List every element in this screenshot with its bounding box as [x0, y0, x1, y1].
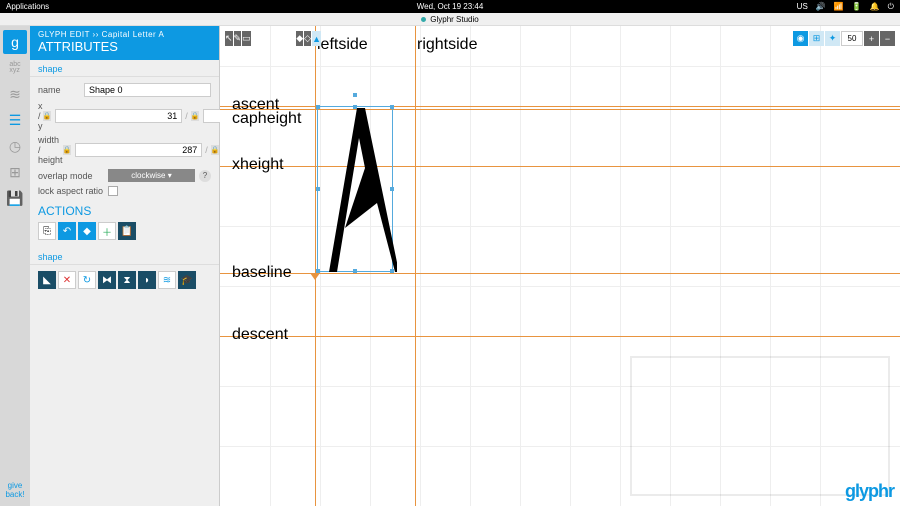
- glyph-shape[interactable]: [317, 108, 397, 276]
- tray-notify-icon[interactable]: 🔔: [870, 2, 880, 12]
- tray-power-icon[interactable]: ⏻: [888, 2, 894, 12]
- nav-glyph-icon[interactable]: g: [3, 30, 27, 54]
- nav-layers-icon[interactable]: ≋: [3, 82, 27, 106]
- favicon-icon: [421, 17, 426, 22]
- name-input[interactable]: [84, 83, 211, 97]
- window-titlebar: Glyphr Studio: [0, 13, 900, 26]
- tool-5-icon[interactable]: ◇: [304, 31, 311, 46]
- apps-menu[interactable]: Applications: [6, 2, 49, 11]
- tool-4-icon[interactable]: ◆: [296, 31, 303, 46]
- nav-checklist-icon[interactable]: ☰: [3, 108, 27, 132]
- name-label: name: [38, 85, 84, 95]
- lock-h-icon[interactable]: 🔒: [211, 145, 220, 155]
- overlap-dropdown[interactable]: clockwise ▾: [108, 169, 195, 182]
- overlap-label: overlap mode: [38, 171, 108, 181]
- nav-iconbar: g abcxyz ≋ ☰ ◷ ⊞ 💾 give back!: [0, 26, 30, 506]
- view-3-icon[interactable]: ✦: [825, 31, 840, 46]
- tools-topleft: ↖ ✎ ▭ ◆ ◇ ▲: [225, 31, 321, 46]
- layers-button[interactable]: ≋: [158, 271, 176, 289]
- zoom-value[interactable]: 50: [841, 31, 863, 46]
- shape-section-label: shape: [30, 60, 219, 77]
- help-icon[interactable]: ?: [199, 170, 211, 182]
- delete-shape-button[interactable]: ✕: [58, 271, 76, 289]
- watermark: [630, 356, 890, 496]
- lock-aspect-label: lock aspect ratio: [38, 186, 108, 196]
- flip-v-button[interactable]: ⧗: [118, 271, 136, 289]
- zoom-out-button[interactable]: −: [880, 31, 895, 46]
- wh-label: width / height: [38, 135, 63, 165]
- lock-y-icon[interactable]: 🔒: [191, 111, 200, 121]
- tray-network-icon[interactable]: 📶: [834, 2, 844, 12]
- undo-button[interactable]: ↶: [58, 222, 76, 240]
- x-input[interactable]: [55, 109, 182, 123]
- os-datetime: Wed, Oct 19 23:44: [417, 2, 484, 11]
- tool-pointer-icon[interactable]: ▲: [312, 31, 321, 46]
- copy-button[interactable]: ⎘: [38, 222, 56, 240]
- nav-history-icon[interactable]: ◷: [3, 134, 27, 158]
- add-button[interactable]: ＋: [98, 222, 116, 240]
- panel-title: ATTRIBUTES: [38, 39, 211, 54]
- tools-topright: ◉ ⊞ ✦ 50 + −: [793, 31, 895, 46]
- give-back-link[interactable]: give back!: [5, 482, 24, 500]
- tray-battery-icon[interactable]: 🔋: [852, 2, 862, 12]
- lock-w-icon[interactable]: 🔒: [63, 145, 72, 155]
- os-tray: US 🔊 📶 🔋 🔔 ⏻: [797, 2, 894, 12]
- window-title: Glyphr Studio: [430, 15, 478, 24]
- panel-header: GLYPH EDIT ›› Capital Letter A ATTRIBUTE…: [30, 26, 219, 60]
- view-2-icon[interactable]: ⊞: [809, 31, 824, 46]
- breadcrumb[interactable]: GLYPH EDIT ›› Capital Letter A: [38, 30, 211, 39]
- view-1-icon[interactable]: ◉: [793, 31, 808, 46]
- tool-pen-icon[interactable]: ✎: [234, 31, 242, 46]
- brand-logo: glyphr: [845, 481, 894, 502]
- nav-abc-icon[interactable]: abcxyz: [3, 56, 27, 80]
- add-shape-button[interactable]: ◆: [78, 222, 96, 240]
- rotate-button[interactable]: ↻: [78, 271, 96, 289]
- tool-rect-icon[interactable]: ▭: [242, 31, 251, 46]
- zoom-in-button[interactable]: +: [864, 31, 879, 46]
- glyph-canvas[interactable]: leftside rightside ascent capheight xhei…: [220, 26, 900, 506]
- width-input[interactable]: [75, 143, 202, 157]
- os-topbar: Applications Wed, Oct 19 23:44 US 🔊 📶 🔋 …: [0, 0, 900, 13]
- tray-volume-icon[interactable]: 🔊: [816, 2, 826, 12]
- tool-arrow-icon[interactable]: ↖: [225, 31, 233, 46]
- shape-btn-1[interactable]: ◣: [38, 271, 56, 289]
- actions-title: ACTIONS: [30, 198, 219, 220]
- shape-btn-8[interactable]: 🎓: [178, 271, 196, 289]
- shape-actions-label: shape: [30, 248, 219, 265]
- nav-guides-icon[interactable]: ⊞: [3, 160, 27, 184]
- nav-save-icon[interactable]: 💾: [3, 186, 27, 210]
- flip-h-button[interactable]: ⧓: [98, 271, 116, 289]
- lock-x-icon[interactable]: 🔒: [43, 111, 52, 121]
- lock-aspect-checkbox[interactable]: [108, 186, 118, 196]
- tray-input[interactable]: US: [797, 2, 808, 12]
- attributes-panel: GLYPH EDIT ›› Capital Letter A ATTRIBUTE…: [30, 26, 220, 506]
- shape-btn-6[interactable]: ◗: [138, 271, 156, 289]
- paste-button[interactable]: 📋: [118, 222, 136, 240]
